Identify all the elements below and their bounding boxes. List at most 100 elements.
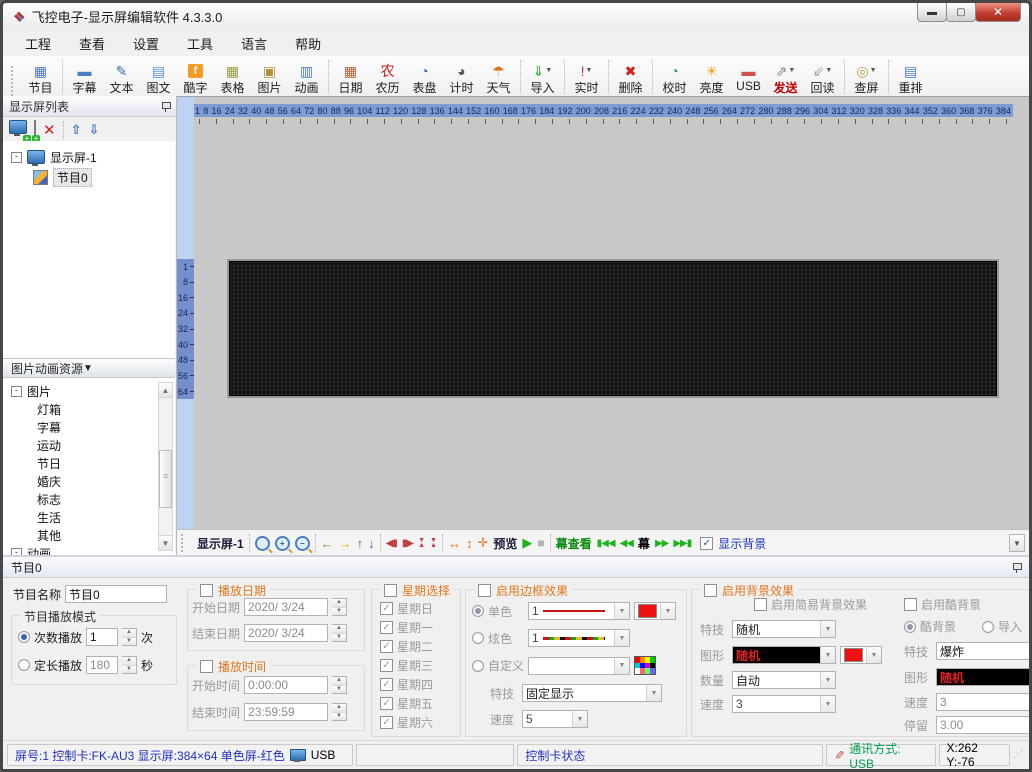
toolbar-button[interactable]: ▦节目 [22,62,59,96]
cool-bg-enable-checkbox[interactable] [904,598,917,611]
toolbar-button[interactable]: ▤重排 [892,62,929,96]
toolbar-button[interactable]: f酷字 [177,62,214,96]
end-date-input[interactable]: 2020/ 3/24 [244,624,328,642]
tree-node-screen[interactable]: - 显示屏-1 [3,147,175,167]
collapse-icon[interactable]: - [11,386,22,397]
custom-color-combo[interactable]: ▼ [528,657,630,675]
toolbar-button[interactable]: ⇗▼发送 [767,62,804,96]
resize-grip[interactable]: ⋰ [1013,749,1025,761]
scroll-up-icon[interactable]: ▲ [159,383,172,398]
bg-color-swatch-combo[interactable]: ▼ [840,646,882,664]
bg-effect-combo[interactable]: 随机▼ [732,620,836,638]
resource-item-row[interactable]: 婚庆 [3,472,175,490]
close-button[interactable]: ✕ [975,3,1021,22]
maximize-button[interactable]: ▢ [946,3,976,22]
week-day-checkbox[interactable]: ✓ [380,621,393,634]
stop-icon[interactable]: ■ [537,536,544,550]
dropdown-arrow-icon[interactable]: ▼ [870,67,877,74]
resource-item-row[interactable]: 其他 [3,526,175,544]
toolbar-button[interactable]: ◔校时 [656,62,693,96]
simple-bg-checkbox[interactable] [754,598,767,611]
resource-item-row[interactable]: 灯箱 [3,400,175,418]
next-frame-icon[interactable]: ▶▶ [655,538,668,549]
end-time-spinner[interactable]: ▲▼ [332,703,347,721]
add-screen-button[interactable]: + [9,120,27,139]
border-color-swatch-combo[interactable]: ▼ [634,602,676,620]
palette-icon[interactable] [634,656,656,675]
toolbar-button[interactable]: ☂天气 [480,62,517,96]
resources-header[interactable]: 图片动画资源 ▼ [3,358,175,378]
length-play-input[interactable]: 180 [86,656,118,674]
zoom-in-icon[interactable]: + [275,536,290,551]
collapse-icon[interactable]: - [11,152,22,163]
menu-item[interactable]: 查看 [65,30,119,57]
cool-shape-combo[interactable]: 随机 [936,668,1029,686]
week-day-checkbox[interactable]: ✓ [380,640,393,653]
week-day-checkbox[interactable]: ✓ [380,678,393,691]
flash-color-combo[interactable]: 1▼ [528,629,630,647]
play-date-checkbox[interactable] [200,584,213,597]
toolbar-button[interactable]: ▣图片 [251,62,288,96]
scroll-down-icon[interactable]: ▼ [159,535,172,550]
move-down-icon[interactable]: ↓ [368,536,375,551]
cool-speed-input[interactable]: 3 [936,693,1029,711]
move-right-icon[interactable]: → [339,536,352,551]
toolbar-button[interactable]: ▬USB [730,62,767,96]
border-effect-checkbox[interactable] [478,584,491,597]
add-program-button[interactable]: + [34,121,36,139]
menu-item[interactable]: 帮助 [281,30,335,57]
resource-item-row[interactable]: 字幕 [3,418,175,436]
toolbar-button[interactable]: !▼实时 [568,62,605,96]
end-date-spinner[interactable]: ▲▼ [332,624,347,642]
bg-effect-checkbox[interactable] [704,584,717,597]
resource-section-row[interactable]: -动画 [3,544,175,555]
week-day-checkbox[interactable]: ✓ [380,697,393,710]
toolbar-button[interactable]: ✖删除 [612,62,649,96]
count-play-input[interactable]: 1 [86,628,118,646]
stretch-vertical-icon[interactable]: ↕ [466,536,473,551]
play-time-checkbox[interactable] [200,660,213,673]
toolbar-overflow-button[interactable]: ▼ [1009,534,1025,552]
move-left-icon[interactable]: ← [321,536,334,551]
play-icon[interactable]: ▶ [522,535,532,551]
prev-frame-icon[interactable]: ◀◀ [620,538,633,549]
resource-section-row[interactable]: -图片 [3,382,175,400]
toolbar-button[interactable]: ⇙▼回读 [804,62,841,96]
bg-shape-combo[interactable]: 随机▼ [732,646,836,664]
last-frame-icon[interactable]: ▶▶▮ [673,538,691,549]
week-select-checkbox[interactable] [384,584,397,597]
flash-color-radio[interactable] [472,632,484,644]
menu-item[interactable]: 工程 [11,30,65,57]
border-speed-combo[interactable]: 5▼ [522,710,588,728]
stretch-horizontal-icon[interactable]: ↔ [448,536,461,551]
toolbar-button[interactable]: ▦日期 [332,62,369,96]
minimize-button[interactable]: ▬ [917,3,947,22]
start-date-input[interactable]: 2020/ 3/24 [244,598,328,616]
zoom-out-icon[interactable]: − [295,536,310,551]
length-play-spinner[interactable]: ▲▼ [122,656,137,674]
toolbar-button[interactable]: ▬字幕 [66,62,103,96]
resource-item-row[interactable]: 生活 [3,508,175,526]
start-date-spinner[interactable]: ▲▼ [332,598,347,616]
align-right-icon[interactable]: ▮▶ [402,538,413,549]
tree-node-program[interactable]: 节目0 [3,167,175,187]
toolbar-button[interactable]: ▤图文 [140,62,177,96]
mono-color-combo[interactable]: 1▼ [528,602,630,620]
dropdown-arrow-icon[interactable]: ▼ [545,67,552,74]
end-time-input[interactable]: 23:59:59 [244,703,328,721]
toolbar-button[interactable]: ▥动画 [288,62,325,96]
week-day-checkbox[interactable]: ✓ [380,602,393,615]
toolbar-button[interactable]: ☀亮度 [693,62,730,96]
cool-bg-radio[interactable] [904,621,916,633]
frame-view-label[interactable]: 幕查看 [556,535,592,552]
align-bottom-icon[interactable]: ▼▲ [430,538,437,548]
scrollbar-thumb[interactable] [159,450,172,508]
stretch-full-icon[interactable]: ✛ [477,535,488,551]
toolbar-button[interactable]: 农农历 [369,62,406,96]
week-day-checkbox[interactable]: ✓ [380,716,393,729]
toolbar-button[interactable]: ◕计时 [443,62,480,96]
resource-item-row[interactable]: 标志 [3,490,175,508]
border-effect-combo[interactable]: 固定显示▼ [522,684,662,702]
cool-stay-input[interactable]: 3.00 [936,716,1029,734]
bg-speed-combo[interactable]: 3▼ [732,695,836,713]
